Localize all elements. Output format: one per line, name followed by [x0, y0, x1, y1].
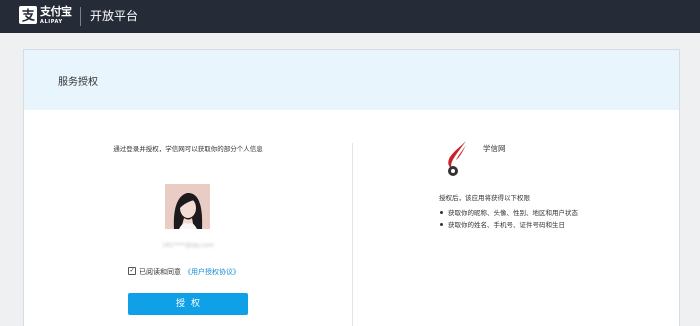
user-agreement-link[interactable]: 《用户授权协议》	[184, 268, 240, 276]
platform-title[interactable]: 开放平台	[90, 8, 138, 25]
top-navigation-bar: 支付宝 ALIPAY 开放平台	[0, 0, 700, 33]
permission-item: 获取你的昵称、头像、性别、地区和用户状态	[439, 207, 578, 219]
permissions-intro: 授权后，该应用将获得以下权限	[439, 194, 530, 202]
logo-text-english: ALIPAY	[40, 19, 63, 25]
permission-text: 获取你的姓名、手机号、证件号码和生日	[448, 221, 565, 229]
xuexin-app-icon	[448, 141, 466, 176]
agree-checkbox[interactable]: ✓	[128, 267, 136, 275]
agreement-row: ✓ 已阅读和同意 《用户授权协议》	[128, 267, 240, 277]
header-divider	[80, 7, 81, 26]
alipay-logo-icon[interactable]	[19, 6, 37, 24]
permission-text: 获取你的昵称、头像、性别、地区和用户状态	[448, 209, 578, 217]
column-divider	[352, 143, 353, 326]
bullet-icon	[440, 211, 443, 214]
authorization-card: 服务授权 通过登录并授权，学信网可以获取你的部分个人信息 181****@qq.…	[23, 49, 680, 326]
consent-description: 通过登录并授权，学信网可以获取你的部分个人信息	[113, 145, 263, 153]
agree-label: 已阅读和同意	[139, 268, 181, 276]
logo-text-chinese: 支付宝	[40, 5, 72, 18]
bullet-icon	[440, 223, 443, 226]
account-name: 181****@qq.com	[162, 242, 214, 249]
card-title: 服务授权	[58, 77, 98, 88]
permissions-list: 获取你的昵称、头像、性别、地区和用户状态 获取你的姓名、手机号、证件号码和生日	[439, 207, 578, 231]
user-avatar	[165, 184, 210, 229]
permission-item: 获取你的姓名、手机号、证件号码和生日	[439, 219, 578, 231]
authorize-button[interactable]: 授权	[128, 293, 248, 315]
app-name: 学信网	[483, 144, 506, 153]
card-header: 服务授权	[24, 50, 679, 110]
